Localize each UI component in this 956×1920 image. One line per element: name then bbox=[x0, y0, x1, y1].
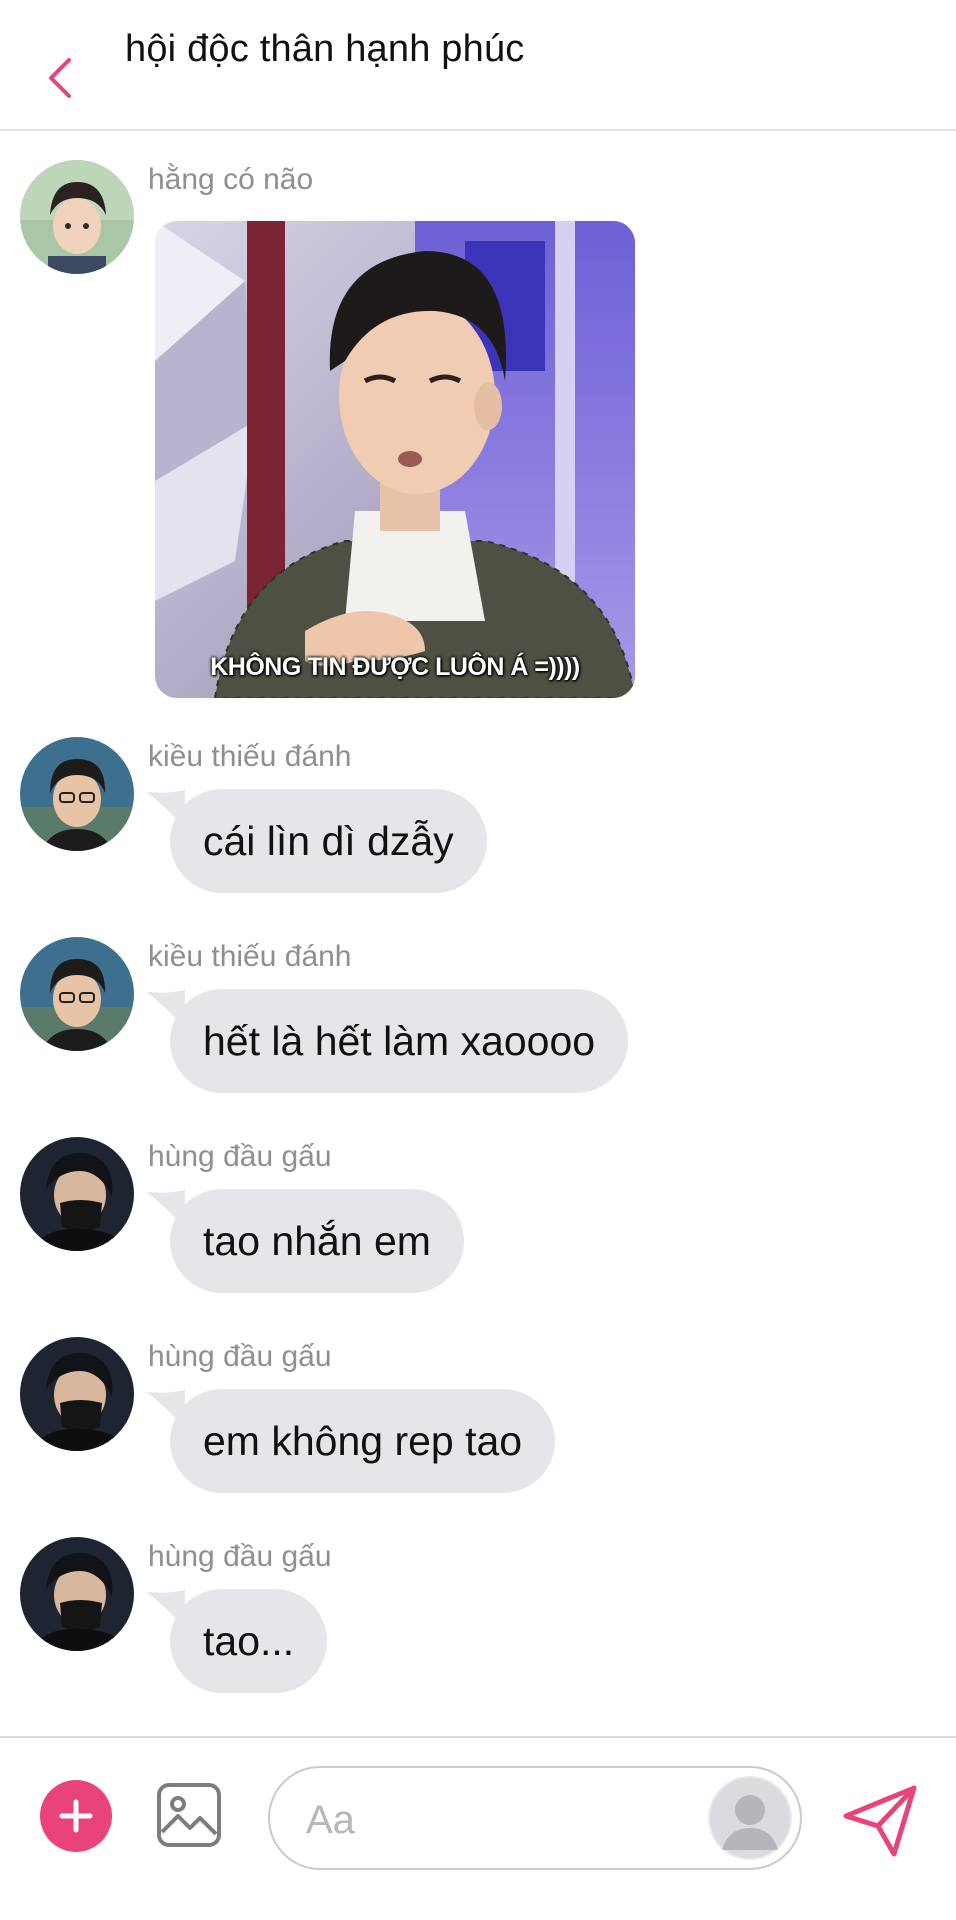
meme-image[interactable]: KHÔNG TIN ĐƯỢC LUÔN Á =)))) bbox=[155, 221, 635, 698]
chevron-left-icon bbox=[49, 58, 71, 98]
message-input[interactable] bbox=[306, 1790, 636, 1850]
sender-name: kiều thiếu đánh bbox=[148, 740, 352, 773]
message-bubble[interactable]: hết là hết làm xaoooo bbox=[170, 989, 629, 1093]
send-button[interactable] bbox=[840, 1780, 920, 1860]
sticker-button[interactable] bbox=[708, 1776, 792, 1860]
sender-name: hằng có não bbox=[148, 163, 314, 196]
chat-screen: hội độc thân hạnh phúc hằng có não KHÔNG… bbox=[0, 0, 956, 1920]
message-bubble[interactable]: tao nhắn em bbox=[170, 1189, 464, 1293]
message-input-wrapper bbox=[268, 1766, 802, 1870]
message-bubble[interactable]: cái lìn dì dzẫy bbox=[170, 789, 487, 893]
avatar[interactable] bbox=[20, 1137, 134, 1251]
sender-name: kiều thiếu đánh bbox=[148, 940, 352, 973]
avatar-sticker-icon bbox=[710, 1778, 790, 1858]
gallery-button[interactable] bbox=[156, 1782, 222, 1848]
chat-title: hội độc thân hạnh phúc bbox=[125, 28, 525, 70]
avatar[interactable] bbox=[20, 160, 134, 274]
composer-bar bbox=[0, 1736, 956, 1920]
avatar[interactable] bbox=[20, 1337, 134, 1451]
back-button[interactable] bbox=[34, 48, 84, 108]
avatar[interactable] bbox=[20, 1537, 134, 1651]
sender-name: hùng đầu gấu bbox=[148, 1340, 332, 1373]
chat-header: hội độc thân hạnh phúc bbox=[0, 0, 956, 131]
meme-caption: KHÔNG TIN ĐƯỢC LUÔN Á =)))) bbox=[210, 653, 580, 681]
message-bubble[interactable]: tao... bbox=[170, 1589, 328, 1693]
plus-icon bbox=[59, 1799, 93, 1833]
sender-name: hùng đầu gấu bbox=[148, 1540, 332, 1573]
avatar[interactable] bbox=[20, 937, 134, 1051]
message-bubble[interactable]: em không rep tao bbox=[170, 1389, 556, 1493]
sender-name: hùng đầu gấu bbox=[148, 1140, 332, 1173]
image-icon bbox=[157, 1783, 221, 1847]
paper-plane-icon bbox=[843, 1785, 917, 1857]
avatar[interactable] bbox=[20, 737, 134, 851]
add-button[interactable] bbox=[40, 1780, 112, 1852]
